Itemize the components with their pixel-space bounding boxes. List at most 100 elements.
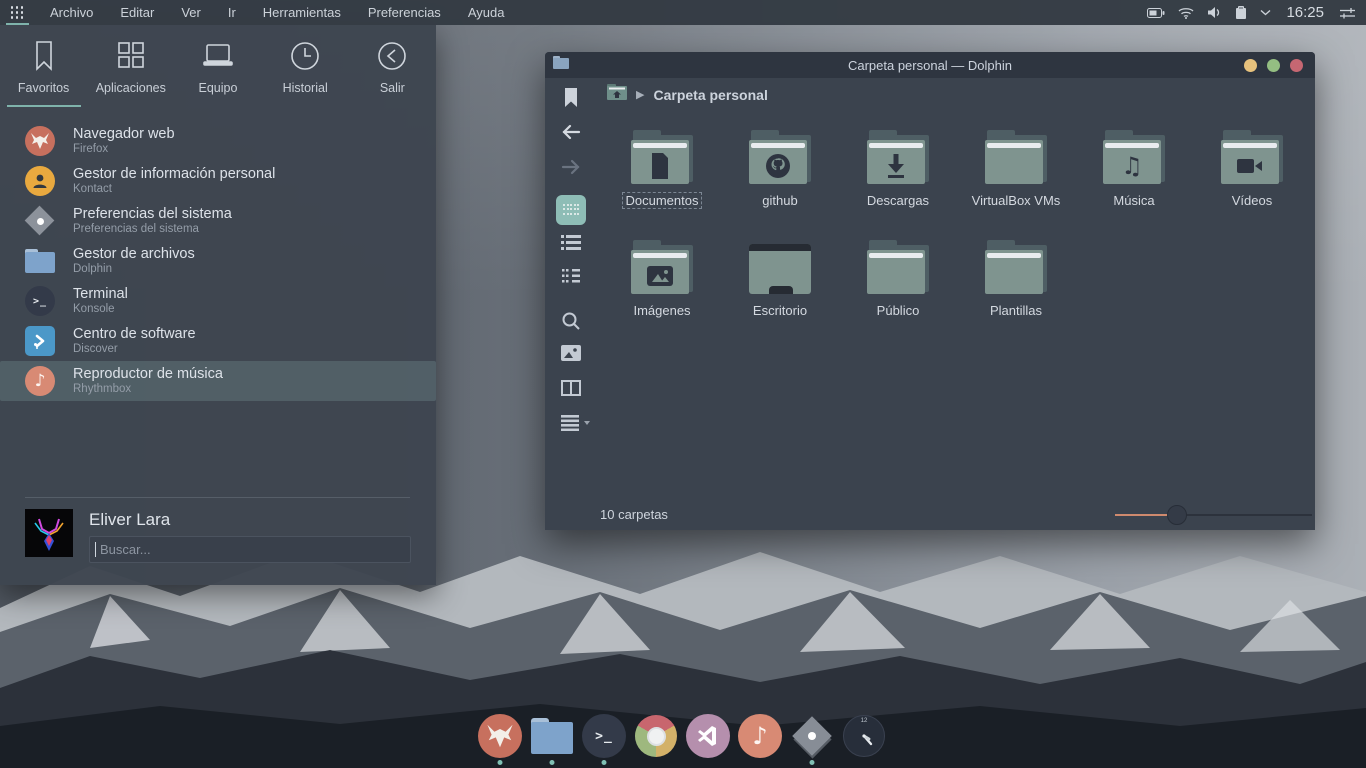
folder-icon-download [867,130,929,184]
places-bookmark-icon[interactable] [561,87,581,114]
app-title: Navegador web [73,126,175,143]
zoom-slider-thumb[interactable] [1167,505,1187,525]
user-avatar[interactable] [25,509,73,557]
minimize-button[interactable] [1244,59,1257,72]
tab-equipo[interactable]: Equipo [174,40,261,107]
tab-label: Equipo [199,81,238,95]
window-title: Carpeta personal — Dolphin [545,58,1315,73]
preview-button[interactable] [561,345,581,366]
folder-musica[interactable]: ♫ Música [1075,108,1193,218]
app-item-konsole[interactable]: >_ TerminalKonsole [25,281,410,321]
tab-salir[interactable]: Salir [349,40,436,107]
back-button[interactable] [561,123,581,146]
running-indicator [498,760,503,765]
launcher-tabs: Favoritos Aplicaciones Equipo Historial … [0,25,436,107]
volume-icon[interactable] [1207,6,1222,19]
dock-system-settings[interactable] [790,712,834,768]
folder-videos[interactable]: Vídeos [1193,108,1311,218]
folder-label: Vídeos [1232,193,1272,208]
tray-expander-chevron-icon[interactable] [1260,9,1271,16]
split-view-button[interactable] [561,380,581,401]
close-button[interactable] [1290,59,1303,72]
compact-view-button[interactable] [561,268,581,289]
dock-file-manager[interactable] [530,712,574,768]
folder-icon-plain [985,240,1047,294]
app-title: Gestor de archivos [73,246,195,263]
dock-terminal[interactable]: >_ [582,712,626,768]
app-launcher-button[interactable] [0,0,34,25]
breadcrumb: ▶ Carpeta personal [607,84,768,105]
leave-icon [376,40,408,72]
dock-vscode[interactable] [686,712,730,768]
tab-aplicaciones[interactable]: Aplicaciones [87,40,174,107]
search-button[interactable] [561,311,581,336]
app-item-discover[interactable]: Centro de softwareDiscover [25,321,410,361]
list-view-button[interactable] [561,234,581,255]
forward-button[interactable] [561,158,581,181]
dock-rhythmbox[interactable]: ♪ [738,712,782,768]
dock-chromium[interactable] [634,712,678,768]
clipboard-icon[interactable] [1235,6,1247,20]
app-item-rhythmbox[interactable]: ♪ Reproductor de músicaRhythmbox [0,361,436,401]
icons-view-button-active[interactable] [556,195,586,225]
app-title: Gestor de información personal [73,166,275,183]
folder-icon-video [1221,130,1283,184]
app-item-kontact[interactable]: Gestor de información personalKontact [25,161,410,201]
menu-herramientas[interactable]: Herramientas [263,5,341,20]
home-folder-icon[interactable] [607,84,627,105]
folder-imagenes[interactable]: Imágenes [603,218,721,328]
kontact-icon [25,166,55,196]
app-title: Centro de software [73,326,196,343]
breadcrumb-location[interactable]: Carpeta personal [653,87,767,103]
folder-icon-document [631,130,693,184]
bookmark-icon [31,40,57,72]
dock-firefox[interactable] [478,712,522,768]
status-bar: 10 carpetas [545,500,1315,530]
app-subtitle: Rhythmbox [73,383,223,396]
app-item-systemsettings[interactable]: Preferencias del sistemaPreferencias del… [25,201,410,241]
breadcrumb-chevron-icon: ▶ [636,88,644,101]
system-settings-icon [25,206,55,236]
tab-favoritos[interactable]: Favoritos [0,40,87,107]
blue-folder-icon [25,249,55,273]
menu-archivo[interactable]: Archivo [50,5,93,20]
folder-plantillas[interactable]: Plantillas [957,218,1075,328]
latte-tweaks-icon[interactable] [1339,7,1356,19]
discover-icon [25,326,55,356]
system-settings-icon [790,714,834,758]
maximize-button[interactable] [1267,59,1280,72]
zoom-slider[interactable] [1115,500,1312,530]
status-text: 10 carpetas [600,507,668,522]
menu-ver[interactable]: Ver [181,5,201,20]
dock-clock[interactable]: 12 [842,712,886,768]
battery-icon[interactable] [1147,7,1165,19]
chromium-icon [635,715,677,757]
terminal-icon: >_ [582,714,626,758]
history-clock-icon [289,40,321,72]
global-menu-items: Archivo Editar Ver Ir Herramientas Prefe… [50,5,504,20]
menu-editar[interactable]: Editar [120,5,154,20]
firefox-icon [25,126,55,156]
app-subtitle: Preferencias del sistema [73,223,232,236]
zoom-slider-track [1177,514,1312,516]
folder-documentos[interactable]: Documentos [603,108,721,218]
folder-descargas[interactable]: Descargas [839,108,957,218]
search-input[interactable] [89,536,411,563]
folder-github[interactable]: github [721,108,839,218]
menu-preferencias[interactable]: Preferencias [368,5,441,20]
app-item-dolphin[interactable]: Gestor de archivosDolphin [25,241,410,281]
menu-ayuda[interactable]: Ayuda [468,5,505,20]
folder-publico[interactable]: Público [839,218,957,328]
window-titlebar[interactable]: Carpeta personal — Dolphin [545,52,1315,78]
folder-escritorio[interactable]: Escritorio [721,218,839,328]
folder-virtualbox-vms[interactable]: VirtualBox VMs [957,108,1075,218]
tab-historial[interactable]: Historial [262,40,349,107]
folder-icon-music: ♫ [1103,130,1165,184]
menu-button[interactable] [561,415,591,436]
app-item-firefox[interactable]: Navegador webFirefox [25,121,410,161]
terminal-icon: >_ [25,286,55,316]
wifi-icon[interactable] [1178,7,1194,19]
menu-ir[interactable]: Ir [228,5,236,20]
app-subtitle: Firefox [73,143,175,156]
clock[interactable]: 16:25 [1286,4,1324,21]
